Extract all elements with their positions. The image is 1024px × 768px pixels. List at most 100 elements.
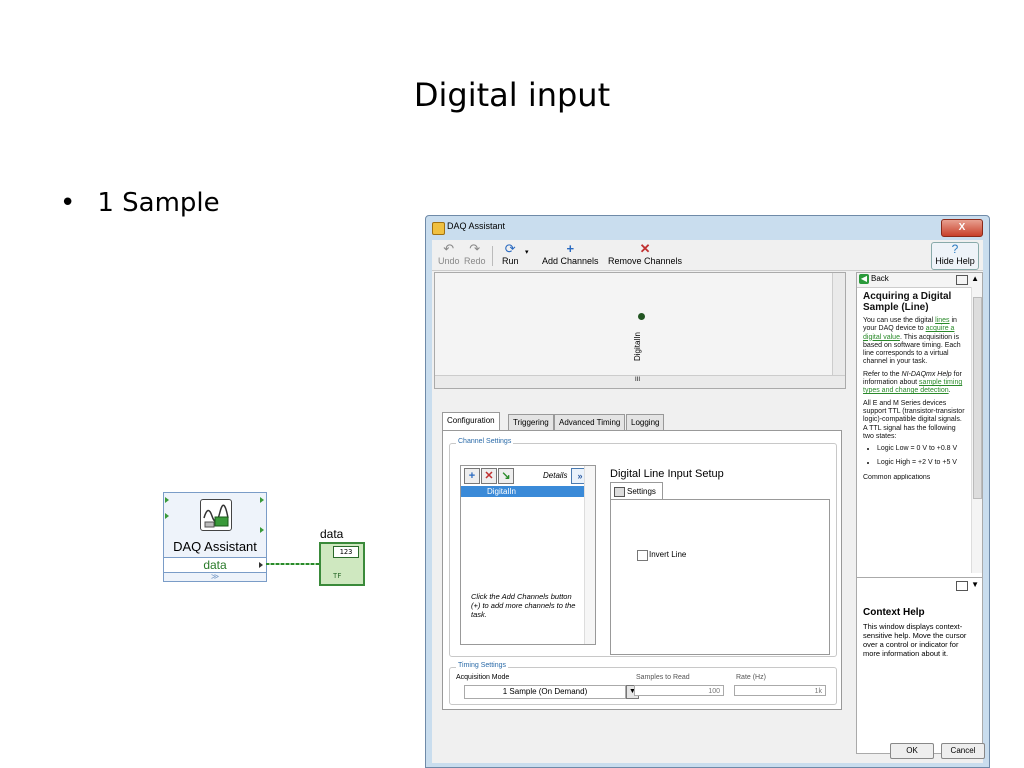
tab-triggering[interactable]: Triggering xyxy=(508,414,554,430)
tab-configuration[interactable]: Configuration xyxy=(442,412,500,430)
tab-advanced-timing[interactable]: Advanced Timing xyxy=(554,414,626,430)
toolbar-separator xyxy=(492,246,493,266)
help-paragraph: Common applications xyxy=(863,473,931,480)
redo-button[interactable]: ↷ Redo xyxy=(464,241,486,267)
collapse-down-icon[interactable]: ▼ xyxy=(971,580,979,589)
daq-assistant-window: DAQ Assistant X ↶ Undo ↷ Redo ⟳ Run ▾ + Add … xyxy=(425,215,990,768)
timing-settings-label: Timing Settings xyxy=(456,662,508,669)
remove-x-icon: ✕ xyxy=(639,241,651,256)
channel-preview-pane: DigitalIn III xyxy=(434,272,846,389)
window-toggle-icon[interactable] xyxy=(956,581,968,591)
back-arrow-icon: ◀ xyxy=(859,274,869,284)
help-topic: ◀ Back ▲ Acquiring a Digital Sample (Line… xyxy=(857,273,982,575)
remove-channels-button[interactable]: ✕ Remove Channels xyxy=(608,241,682,267)
channel-settings-label: Channel Settings xyxy=(456,438,514,445)
help-body: Acquiring a Digital Sample (Line) You ca… xyxy=(863,289,967,484)
hide-help-button[interactable]: ? Hide Help xyxy=(931,242,979,270)
app-icon xyxy=(432,222,445,235)
title-bar[interactable]: DAQ Assistant X xyxy=(426,216,989,240)
help-nav-bar: ◀ Back ▲ xyxy=(857,273,982,288)
add-channels-hint: Click the Add Channels button (+) to add… xyxy=(471,592,576,619)
ok-button[interactable]: OK xyxy=(890,743,934,759)
input-terminal-icon xyxy=(165,497,169,503)
help-title: Acquiring a Digital Sample (Line) xyxy=(863,291,952,313)
scroll-grip: III xyxy=(635,377,641,383)
plus-icon: + xyxy=(566,241,575,256)
undo-icon: ↶ xyxy=(443,241,455,256)
context-help: ▼ Context Help This window displays cont… xyxy=(857,577,982,754)
setup-title: Digital Line Input Setup xyxy=(610,468,724,480)
window-title: DAQ Assistant xyxy=(447,221,506,231)
rename-channel-icon[interactable]: ↘ xyxy=(498,468,514,484)
undo-button[interactable]: ↶ Undo xyxy=(438,241,460,267)
daq-assistant-icon xyxy=(200,499,232,531)
expand-chevron-icon[interactable]: ≫ xyxy=(164,572,266,581)
context-help-text: This window displays context-sensitive h… xyxy=(863,622,967,658)
context-help-body: Context Help This window displays contex… xyxy=(863,607,967,659)
timing-settings-group: Timing Settings Acquisition Mode 1 Sampl… xyxy=(449,662,837,705)
output-arrow-icon xyxy=(259,562,263,568)
data-wire xyxy=(266,563,321,565)
input-terminal-icon xyxy=(165,513,169,519)
preview-horizontal-scrollbar[interactable]: III xyxy=(435,375,845,388)
samples-to-read-label: Samples to Read xyxy=(636,674,690,681)
help-paragraph: You can use the digital lines in your DA… xyxy=(863,317,961,366)
output-terminal-icon xyxy=(260,497,264,503)
help-paragraph: Refer to the NI-DAQmx Help for informati… xyxy=(863,370,963,395)
preview-vertical-scrollbar[interactable] xyxy=(832,273,845,388)
details-label: Details xyxy=(543,471,568,480)
data-indicator-terminal[interactable]: 123 TF xyxy=(319,542,365,586)
bullet-item: • 1 Sample xyxy=(60,188,220,218)
indicator-label: data xyxy=(320,527,344,541)
toolbar: ↶ Undo ↷ Redo ⟳ Run ▾ + Add Channels ✕ Remove… xyxy=(432,240,983,271)
run-dropdown-icon[interactable]: ▾ xyxy=(525,248,529,256)
close-button[interactable]: X xyxy=(941,219,983,237)
channel-list-scrollbar[interactable] xyxy=(584,466,595,644)
bullet-text: 1 Sample xyxy=(97,188,220,218)
channel-list[interactable]: + ✕ ↘ Details » DigitalIn Click the Add … xyxy=(460,465,596,645)
acquisition-mode-label: Acquisition Mode xyxy=(456,674,510,681)
data-output-terminal[interactable]: data xyxy=(164,557,266,573)
preview-channel-label: DigitalIn xyxy=(633,332,642,361)
back-button[interactable]: ◀ Back xyxy=(859,274,889,284)
bullet-marker: • xyxy=(60,188,76,218)
help-paragraph: All E and M Series devices support TTL (… xyxy=(863,399,965,440)
help-icon: ? xyxy=(951,242,959,256)
vi-title: DAQ Assistant xyxy=(173,539,257,554)
samples-to-read-field[interactable]: 100 xyxy=(634,685,724,696)
configuration-panel: Channel Settings + ✕ ↘ Details » Digital… xyxy=(442,430,842,710)
settings-panel: Invert Line xyxy=(610,499,830,655)
acquisition-mode-select[interactable]: 1 Sample (On Demand) xyxy=(464,685,626,699)
collapse-up-icon[interactable]: ▲ xyxy=(971,274,979,283)
tab-settings[interactable]: Settings xyxy=(610,482,663,500)
channel-settings-group: Channel Settings + ✕ ↘ Details » Digital… xyxy=(449,438,837,657)
add-channels-button[interactable]: + Add Channels xyxy=(542,241,599,267)
window-client: ↶ Undo ↷ Redo ⟳ Run ▾ + Add Channels ✕ Remove… xyxy=(432,240,985,763)
channel-row[interactable]: DigitalIn xyxy=(461,486,591,497)
output-terminal-icon xyxy=(260,527,264,533)
numeric-glyph: 123 xyxy=(333,546,359,558)
help-scroll-thumb[interactable] xyxy=(973,297,982,499)
tab-logging[interactable]: Logging xyxy=(626,414,665,430)
invert-line-label: Invert Line xyxy=(649,550,687,559)
cancel-button[interactable]: Cancel xyxy=(941,743,985,759)
rate-field[interactable]: 1k xyxy=(734,685,826,696)
channel-led-icon xyxy=(638,313,645,320)
daq-assistant-express-vi[interactable]: DAQ Assistant data ≫ xyxy=(163,492,267,582)
help-scrollbar[interactable] xyxy=(971,287,982,573)
run-button[interactable]: ⟳ Run xyxy=(502,241,519,267)
invert-line-checkbox[interactable] xyxy=(637,550,648,561)
slide-title: Digital input xyxy=(413,76,611,114)
help-list-item: Logic High = +2 V to +5 V xyxy=(877,459,967,467)
lines-link[interactable]: lines xyxy=(935,317,949,324)
add-channel-icon[interactable]: + xyxy=(464,468,480,484)
remove-channel-icon[interactable]: ✕ xyxy=(481,468,497,484)
context-help-title: Context Help xyxy=(863,607,925,618)
help-list-item: Logic Low = 0 V to +0.8 V xyxy=(877,445,967,453)
redo-icon: ↷ xyxy=(469,241,481,256)
run-icon: ⟳ xyxy=(504,241,516,256)
boolean-glyph: TF xyxy=(333,572,342,580)
help-list: Logic Low = 0 V to +0.8 V Logic High = +… xyxy=(863,445,967,468)
rate-label: Rate (Hz) xyxy=(736,674,766,681)
window-toggle-icon[interactable] xyxy=(956,275,968,285)
